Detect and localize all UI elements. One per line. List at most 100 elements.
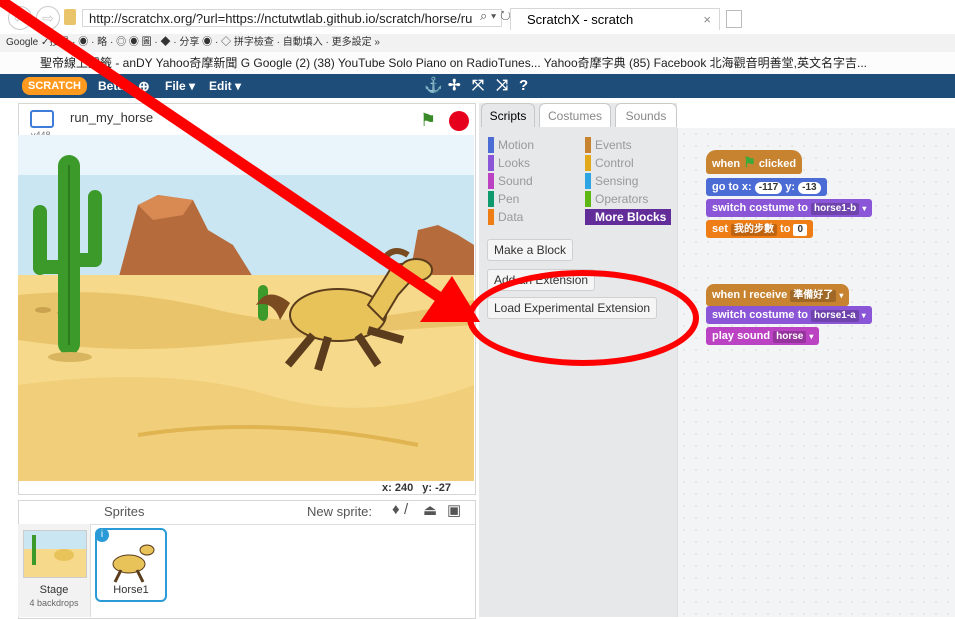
when-i-receive-block[interactable]: when I receive 準備好了 ▾ xyxy=(706,284,850,306)
coord-x-label: x: xyxy=(382,482,392,494)
set-variable-block[interactable]: set 我的步數 to 0 xyxy=(706,220,814,238)
switch-costume-label: switch costume to xyxy=(712,309,808,321)
motion-color-bar xyxy=(488,137,494,153)
costume-dropdown[interactable]: horse1-b xyxy=(811,203,860,215)
set-label: set xyxy=(712,223,728,235)
category-motion[interactable]: Motion xyxy=(488,137,534,153)
load-experimental-extension-button[interactable]: Load Experimental Extension xyxy=(487,297,658,319)
when-flag-clicked-block[interactable]: when ⚑ clicked xyxy=(706,150,803,174)
new-tab-icon[interactable] xyxy=(726,10,742,28)
fullscreen-icon[interactable] xyxy=(30,110,54,128)
google-toolbar: Google ✓搜尋 · ◉ · 略 · ◎ ◉ 圖 · ◆ · 分享 ◉ · … xyxy=(0,34,955,53)
make-a-block-button[interactable]: Make a Block xyxy=(487,239,574,261)
sound-dropdown[interactable]: horse xyxy=(773,331,807,343)
delete-icon[interactable]: ✢ xyxy=(448,74,461,98)
pen-color-bar xyxy=(488,191,494,207)
stop-icon[interactable] xyxy=(449,111,469,131)
scratch-menubar: SCRATCH Beta ⊕ File ▾ Edit ▾ ⚓ ✢ ⤧ ⤨ ? xyxy=(0,74,955,98)
shrink-icon[interactable]: ⤨ xyxy=(496,74,508,98)
chevron-down-icon: ▾ xyxy=(861,311,866,320)
green-flag-icon: ⚑ xyxy=(743,154,756,170)
chevron-down-icon: ▾ xyxy=(862,204,867,213)
duplicate-icon[interactable]: ⚓ xyxy=(424,74,443,98)
go-to-xy-block[interactable]: go to x: -117 y: -13 xyxy=(706,178,827,196)
category-more-blocks[interactable]: More Blocks xyxy=(585,209,671,225)
switch-costume-block-2[interactable]: switch costume to horse1-a ▾ xyxy=(706,306,872,324)
upload-icon[interactable]: ⏏ xyxy=(423,501,437,519)
forward-button[interactable]: ⇨ xyxy=(36,6,60,30)
grow-icon[interactable]: ⤧ xyxy=(472,74,484,98)
coord-x-value: 240 xyxy=(394,482,414,494)
go-to-label: go to x: xyxy=(712,181,752,193)
address-bar[interactable]: http://scratchx.org/?url=https://nctutwt… xyxy=(82,9,502,27)
category-more-blocks-label: More Blocks xyxy=(595,210,667,224)
category-looks-label: Looks xyxy=(498,156,531,170)
coord-y-label: y: xyxy=(422,482,433,494)
stage-canvas[interactable] xyxy=(18,135,474,481)
category-control-label: Control xyxy=(595,156,634,170)
close-tab-icon[interactable]: × xyxy=(703,9,711,31)
scripts-area[interactable]: when ⚑ clicked go to x: -117 y: -13 swit… xyxy=(677,128,955,617)
when-label: when xyxy=(712,158,741,170)
tab-scripts[interactable]: Scripts xyxy=(481,103,535,127)
globe-icon[interactable]: ⊕ xyxy=(138,74,150,98)
page-icon xyxy=(64,9,76,25)
category-control[interactable]: Control xyxy=(585,155,634,171)
stage-label: Stage xyxy=(39,584,69,596)
beta-label: Beta xyxy=(98,79,125,93)
stage-thumbnail[interactable] xyxy=(23,530,87,578)
desert-backdrop xyxy=(18,135,474,481)
tab-title: ScratchX - scratch xyxy=(527,12,634,27)
switch-costume-label: switch costume to xyxy=(712,202,808,214)
help-icon[interactable]: ? xyxy=(519,74,528,98)
costume-dropdown[interactable]: horse1-a xyxy=(811,310,859,322)
camera-icon[interactable]: ▣ xyxy=(447,501,461,519)
category-data-label: Data xyxy=(498,210,524,224)
variable-dropdown[interactable]: 我的步數 xyxy=(730,224,777,236)
back-button[interactable]: ⇦ xyxy=(8,6,32,30)
paint-icon[interactable]: / xyxy=(404,501,408,518)
category-data[interactable]: Data xyxy=(488,209,523,225)
play-sound-block[interactable]: play sound horse ▾ xyxy=(706,327,820,345)
category-sound-label: Sound xyxy=(498,174,533,188)
green-flag-icon[interactable]: ⚑ xyxy=(420,110,436,131)
sensing-color-bar xyxy=(585,173,591,189)
category-pen[interactable]: Pen xyxy=(488,191,519,207)
bookmarks-bar: 聖帝線上靈籤 - anDY Yahoo奇摩新聞 G Google (2) (38… xyxy=(0,52,955,75)
edit-menu[interactable]: Edit ▾ xyxy=(209,74,241,98)
message-dropdown[interactable]: 準備好了 xyxy=(790,290,837,302)
y-label: y: xyxy=(785,181,796,193)
category-pen-label: Pen xyxy=(498,192,520,206)
project-title[interactable]: run_my_horse xyxy=(70,110,153,125)
tab-costumes[interactable]: Costumes xyxy=(539,103,611,127)
scratch-logo[interactable]: SCRATCH xyxy=(22,77,87,95)
file-menu[interactable]: File ▾ xyxy=(165,74,195,98)
category-operators-label: Operators xyxy=(595,192,649,206)
backdrops-count: 4 backdrops xyxy=(29,598,79,608)
value-input[interactable]: 0 xyxy=(793,224,808,236)
category-events-label: Events xyxy=(595,138,632,152)
looks-color-bar xyxy=(488,155,494,171)
tab-sounds[interactable]: Sounds xyxy=(615,103,677,127)
x-input[interactable]: -117 xyxy=(754,182,783,194)
new-sprite-label: New sprite: xyxy=(307,504,373,519)
when-i-receive-label: when I receive xyxy=(712,289,788,301)
y-input[interactable]: -13 xyxy=(798,182,821,194)
control-color-bar xyxy=(585,155,591,171)
toolbar-text: Google ✓搜尋 · ◉ · 略 · ◎ ◉ 圖 · ◆ · 分享 ◉ · … xyxy=(6,37,380,48)
category-motion-label: Motion xyxy=(498,138,535,152)
info-icon[interactable]: i xyxy=(95,528,109,542)
play-sound-label: play sound xyxy=(712,330,771,342)
category-sound[interactable]: Sound xyxy=(488,173,533,189)
switch-costume-block[interactable]: switch costume to horse1-b ▾ xyxy=(706,199,873,217)
category-operators[interactable]: Operators xyxy=(585,191,648,207)
category-looks[interactable]: Looks xyxy=(488,155,530,171)
category-events[interactable]: Events xyxy=(585,137,632,153)
category-sensing[interactable]: Sensing xyxy=(585,173,638,189)
bookmarks-text[interactable]: 聖帝線上靈籤 - anDY Yahoo奇摩新聞 G Google (2) (38… xyxy=(0,56,867,70)
search-refresh-icon[interactable]: ⌕ ▾ ↻ xyxy=(480,8,511,24)
add-extension-button[interactable]: Add an Extension xyxy=(487,269,596,291)
sprite-library-icon[interactable]: ♦ xyxy=(392,501,400,518)
browser-tab[interactable]: ScratchX - scratch × xyxy=(510,8,720,30)
coord-y-value: -27 xyxy=(435,482,452,494)
